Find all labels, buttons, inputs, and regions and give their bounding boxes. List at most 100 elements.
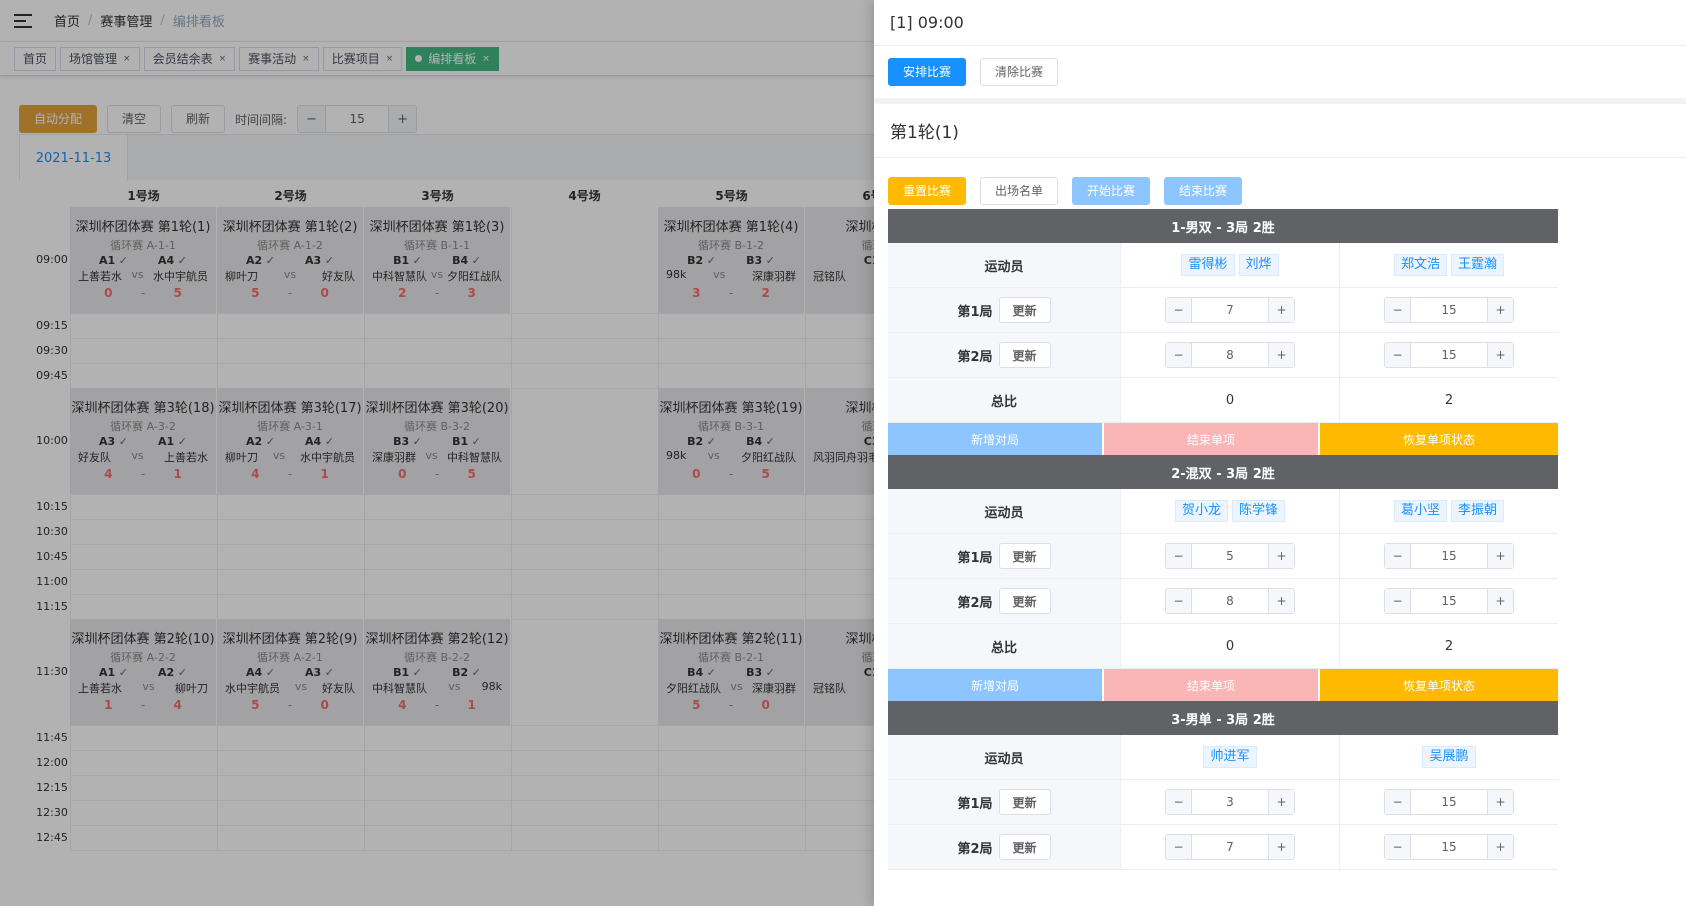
event-section: 2-混双 - 3局 2胜 运动员 贺小龙 陈学锋 葛小坚 李振朝 第1局 更新 −5 + −15 + 第… xyxy=(888,455,1558,701)
player-tag[interactable]: 雷得彬 xyxy=(1181,254,1235,276)
player-tag[interactable]: 帅进军 xyxy=(1203,746,1257,768)
score-increase-button[interactable]: + xyxy=(1487,298,1513,322)
score-cell: −15 + xyxy=(1339,579,1558,623)
game-row: 第1局 更新 −7 + −15 + xyxy=(888,288,1558,333)
score-cell: −8 + xyxy=(1120,579,1339,623)
lineup-button[interactable]: 出场名单 xyxy=(980,177,1059,205)
update-score-button[interactable]: 更新 xyxy=(998,588,1051,614)
score-stepper[interactable]: −15 + xyxy=(1384,342,1514,368)
athletes-cell: 雷得彬 刘烨 xyxy=(1120,243,1339,287)
update-score-button[interactable]: 更新 xyxy=(998,543,1051,569)
start-match-button[interactable]: 开始比赛 xyxy=(1072,177,1151,205)
score-increase-button[interactable]: + xyxy=(1487,790,1513,814)
player-tag[interactable]: 郑文浩 xyxy=(1393,254,1447,276)
score-input[interactable]: 5 xyxy=(1192,544,1268,568)
restore-item-button[interactable]: 恢复单项状态 xyxy=(1320,423,1558,455)
game-label: 第1局 xyxy=(957,550,993,566)
score-increase-button[interactable]: + xyxy=(1487,835,1513,859)
score-stepper[interactable]: −15 + xyxy=(1384,789,1514,815)
score-stepper[interactable]: −15 + xyxy=(1384,543,1514,569)
score-increase-button[interactable]: + xyxy=(1268,790,1294,814)
score-decrease-button[interactable]: − xyxy=(1385,298,1411,322)
arrange-match-button[interactable]: 安排比赛 xyxy=(888,58,967,86)
score-increase-button[interactable]: + xyxy=(1268,835,1294,859)
score-decrease-button[interactable]: − xyxy=(1166,343,1192,367)
score-input[interactable]: 15 xyxy=(1411,835,1487,859)
score-stepper[interactable]: −3 + xyxy=(1165,789,1295,815)
score-stepper[interactable]: −7 + xyxy=(1165,297,1295,323)
score-decrease-button[interactable]: − xyxy=(1385,589,1411,613)
score-increase-button[interactable]: + xyxy=(1268,589,1294,613)
score-increase-button[interactable]: + xyxy=(1268,298,1294,322)
update-score-button[interactable]: 更新 xyxy=(998,297,1051,323)
game-row: 第2局 更新 −8 + −15 + xyxy=(888,333,1558,378)
game-label-cell: 第1局 更新 xyxy=(888,288,1120,332)
score-stepper[interactable]: −7 + xyxy=(1165,834,1295,860)
score-stepper[interactable]: −15 + xyxy=(1384,588,1514,614)
score-input[interactable]: 7 xyxy=(1192,298,1268,322)
athletes-row: 运动员 帅进军 吴展鹏 xyxy=(888,735,1558,780)
drawer-overlay[interactable] xyxy=(0,0,874,906)
add-game-button[interactable]: 新增对局 xyxy=(888,423,1102,455)
score-stepper[interactable]: −8 + xyxy=(1165,342,1295,368)
score-decrease-button[interactable]: − xyxy=(1166,298,1192,322)
score-input[interactable]: 8 xyxy=(1192,589,1268,613)
score-input[interactable]: 15 xyxy=(1411,544,1487,568)
clear-match-button[interactable]: 清除比赛 xyxy=(980,58,1059,86)
score-decrease-button[interactable]: − xyxy=(1385,790,1411,814)
player-tag[interactable]: 陈学锋 xyxy=(1232,500,1286,522)
score-increase-button[interactable]: + xyxy=(1268,544,1294,568)
score-input[interactable]: 15 xyxy=(1411,589,1487,613)
score-decrease-button[interactable]: − xyxy=(1385,343,1411,367)
add-game-button[interactable]: 新增对局 xyxy=(888,669,1102,701)
game-row: 第2局 更新 −8 + −15 + xyxy=(888,579,1558,624)
score-input[interactable]: 8 xyxy=(1192,343,1268,367)
score-input[interactable]: 3 xyxy=(1192,790,1268,814)
game-label: 第2局 xyxy=(957,841,993,857)
score-decrease-button[interactable]: − xyxy=(1166,835,1192,859)
score-decrease-button[interactable]: − xyxy=(1166,790,1192,814)
score-decrease-button[interactable]: − xyxy=(1385,544,1411,568)
score-cell: −3 + xyxy=(1120,780,1339,824)
end-item-button[interactable]: 结束单项 xyxy=(1104,423,1318,455)
end-item-button[interactable]: 结束单项 xyxy=(1104,669,1318,701)
athletes-cell: 葛小坚 李振朝 xyxy=(1339,489,1558,533)
total-a: 0 xyxy=(1120,624,1339,668)
score-input[interactable]: 15 xyxy=(1411,343,1487,367)
player-tag[interactable]: 李振朝 xyxy=(1451,500,1505,522)
end-match-button[interactable]: 结束比赛 xyxy=(1164,177,1243,205)
player-tag[interactable]: 葛小坚 xyxy=(1393,500,1447,522)
player-tag[interactable]: 刘烨 xyxy=(1238,254,1279,276)
player-tag[interactable]: 贺小龙 xyxy=(1174,500,1228,522)
score-increase-button[interactable]: + xyxy=(1487,544,1513,568)
update-score-button[interactable]: 更新 xyxy=(998,342,1051,368)
score-increase-button[interactable]: + xyxy=(1487,589,1513,613)
score-input[interactable]: 15 xyxy=(1411,790,1487,814)
game-label-cell: 第2局 更新 xyxy=(888,333,1120,377)
athletes-cell: 贺小龙 陈学锋 xyxy=(1120,489,1339,533)
total-b: 2 xyxy=(1339,624,1558,668)
score-stepper[interactable]: −8 + xyxy=(1165,588,1295,614)
score-cell: −15 + xyxy=(1339,534,1558,578)
reset-match-button[interactable]: 重置比赛 xyxy=(888,177,967,205)
score-stepper[interactable]: −15 + xyxy=(1384,834,1514,860)
update-score-button[interactable]: 更新 xyxy=(998,789,1051,815)
score-decrease-button[interactable]: − xyxy=(1385,835,1411,859)
update-score-button[interactable]: 更新 xyxy=(998,834,1051,860)
restore-item-button[interactable]: 恢复单项状态 xyxy=(1320,669,1558,701)
score-input[interactable]: 15 xyxy=(1411,298,1487,322)
athletes-row: 运动员 贺小龙 陈学锋 葛小坚 李振朝 xyxy=(888,489,1558,534)
score-input[interactable]: 7 xyxy=(1192,835,1268,859)
score-decrease-button[interactable]: − xyxy=(1166,544,1192,568)
score-increase-button[interactable]: + xyxy=(1268,343,1294,367)
athletes-cell: 帅进军 xyxy=(1120,735,1339,779)
player-tag[interactable]: 吴展鹏 xyxy=(1422,746,1476,768)
score-cell: −7 + xyxy=(1120,825,1339,869)
total-label: 总比 xyxy=(888,378,1120,422)
score-decrease-button[interactable]: − xyxy=(1166,589,1192,613)
score-cell: −8 + xyxy=(1120,333,1339,377)
score-stepper[interactable]: −15 + xyxy=(1384,297,1514,323)
score-stepper[interactable]: −5 + xyxy=(1165,543,1295,569)
score-increase-button[interactable]: + xyxy=(1487,343,1513,367)
player-tag[interactable]: 王霆瀚 xyxy=(1451,254,1505,276)
